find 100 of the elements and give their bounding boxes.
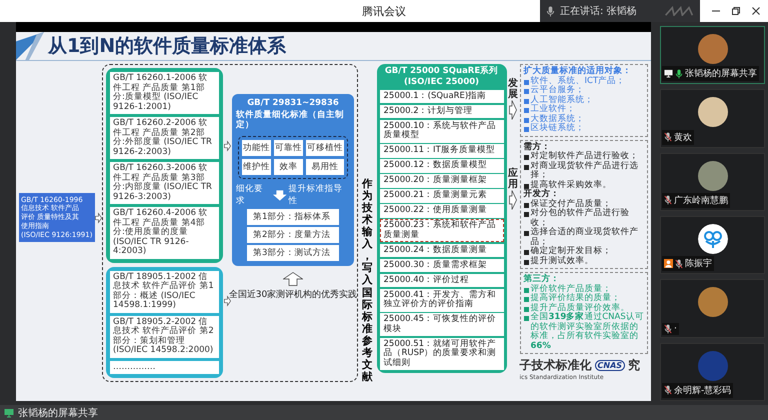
trait-box: 可靠性 [274, 140, 303, 156]
standard-box: GB/T 18905.1-2002 信息技术 软件产品评价 第1部分：概述 (ISO/IEC 14598.1:1999) [110, 270, 219, 313]
bullet-icon [524, 98, 528, 104]
participant-tile[interactable]: · [660, 279, 765, 338]
note-text: 工业软件； [530, 105, 576, 114]
arrow-icon [509, 190, 517, 210]
institute-name: 子技术标准化 [520, 357, 592, 374]
slide-title: 从1到N的软件质量标准体系 [48, 34, 286, 59]
standard-item: 25000.45：可恢复性的评价模块 [380, 313, 504, 336]
standard-box: GB/T 16260.1-2006 软件工程 产品质量 第1部分:质量模型 (ISO/IEC 9126-1:2001) [110, 72, 219, 114]
standard-box: …………… [110, 360, 219, 374]
bullet-icon [524, 316, 528, 322]
note-text: 区块链系统； [530, 124, 584, 134]
trait-box: 可移植性 [306, 140, 344, 156]
panel-subtitle: (ISO/IEC 25000) [402, 78, 480, 88]
standard-box: GB/T 16260.4-2006 软件工程 产品质量 第4部分:使用质量的度量 (ISO/IEC TR 9126-4:2003) [110, 207, 219, 259]
bullet-icon [524, 184, 528, 189]
trait-box: 维护性 [242, 159, 271, 176]
arrow-icon [224, 294, 231, 307]
name-label: 张韬杨的屏幕共享 [662, 66, 759, 82]
note-text: 人工智能系统； [530, 96, 594, 105]
note-heading: 开发方： [524, 190, 560, 200]
bullet-icon [524, 108, 528, 114]
note-text: 提升测试效率。 [530, 256, 594, 266]
vertical-note: 作为技术输入，写入国际标准参考文献 [360, 178, 374, 383]
arrow-icon [95, 212, 102, 224]
note-text: 对分包的软件产品进行验收； [530, 209, 630, 228]
standard-item: 25000.22：使用质量测量 [380, 204, 504, 218]
note-text: 提高评价结果的质量； [530, 294, 620, 304]
bullet-icon [524, 260, 528, 265]
bullet-icon [524, 250, 528, 256]
note-text: 提升产品质量评价效率。 [530, 304, 630, 313]
note-heading: 扩大质量标准的适用对象： [524, 67, 632, 76]
cnas-logo: CNAS [594, 360, 626, 372]
window-title: 腾讯会议 [362, 4, 406, 18]
part-box: 第1部分：指标体系 [247, 209, 339, 226]
flow-label: 应用 [508, 168, 518, 190]
note-text: 软件、系统、ICT产品； [530, 76, 626, 86]
bullet-icon [524, 288, 528, 293]
up-arrow-icon [283, 272, 303, 286]
screen-share-icon [4, 408, 14, 418]
standard-item: 25000.21：质量测量元素 [380, 189, 504, 203]
standard-item: 25000.20：质量测量框架 [380, 174, 504, 188]
note-text: 云平台服务； [530, 86, 584, 96]
flow-label: 发展 [508, 78, 518, 100]
down-arrow-icon [273, 190, 287, 201]
note-text: 保证交付产品质量； [530, 200, 612, 209]
note-text: 选择合适的商业现货软件产品； [530, 228, 640, 247]
note-heading: 第三方： [524, 275, 560, 284]
note-text: 对定制软件产品进行验收； [530, 152, 638, 162]
trait-box: 功能性 [242, 140, 271, 156]
arrow-icon [509, 100, 517, 120]
standard-item: 25000.1：(SQuaRE)指南 [380, 90, 504, 104]
speaker-label: 正在讲话: 张韬杨 [560, 4, 637, 18]
bullet-icon [524, 118, 528, 123]
note-text: 确定定制开发目标； [530, 247, 612, 256]
participant-tile[interactable]: 余明辉-慧彩码 [660, 342, 765, 401]
participant-tile[interactable]: 广东岭南慧鹏 [660, 152, 765, 211]
bullet-icon [524, 202, 528, 208]
name-label: 广东岭南慧鹏 [662, 192, 730, 208]
participant-tile[interactable]: 陈振宇 [660, 216, 765, 274]
trait-box: 效率 [274, 159, 303, 176]
standard-item: 25000.30：质量需求框架 [380, 258, 504, 272]
bullet-icon [524, 127, 528, 132]
panel-title: GB/T 25000 SQuaRE系列 [384, 67, 500, 77]
note-text: 大数据系统； [530, 114, 584, 124]
participant-tile[interactable]: 张韬杨的屏幕共享 [660, 26, 765, 84]
note-text: 全国319多家通过CNAS认可的软件测评实验室所依据的标准，占所有软件实验室的66% [530, 313, 644, 352]
restore-icon [731, 6, 741, 16]
arrow-icon [224, 140, 231, 152]
name-label: 黄欢 [662, 130, 694, 145]
standard-box: GB/T 16260.2-2006 软件工程 产品质量 第2部分:外部度量 (ISO/IEC TR 9126-2:2003) [110, 117, 219, 160]
bullet-icon [524, 89, 528, 94]
standard-box: GB/T 16260.3-2006 软件工程 产品质量 第3部分:内部度量 (ISO/IEC TR 9126-3:2003) [110, 162, 219, 204]
standard-item: 25000.24：数据质量测量 [380, 244, 504, 258]
name-label: 余明辉-慧彩码 [662, 382, 734, 398]
practice-label: 全国近30家测评机构的优秀实践 [228, 288, 358, 302]
standard-item: 25000.10：系统与软件产品质量模型 [380, 120, 504, 143]
panel-subtitle: 软件质量细化标准（自主制定） [236, 110, 345, 130]
standard-item: 25000.11：IT服务质量模型 [380, 144, 504, 158]
part-box: 第2部分：度量方法 [247, 227, 339, 244]
institute-name: 究 [628, 357, 640, 374]
standard-item: 25000.40：评价过程 [380, 274, 504, 288]
bullet-icon [524, 297, 528, 302]
share-label: 张韬杨的屏幕共享 [18, 406, 98, 420]
standard-item: 25000.51：就绪可用软件产品（RUSP）的质量要求和测试细则 [380, 338, 504, 370]
participant-tile[interactable]: 黄欢 [660, 89, 765, 148]
bullet-icon [524, 164, 528, 170]
name-label: 陈振宇 [662, 256, 714, 272]
standard-item: 25000.2：计划与管理 [380, 104, 504, 118]
standard-box: GB/T 18905.2-2002 信息技术 软件产品评价 第2部分：策划和管理 (ISO/IEC 14598.2:2000) [110, 316, 219, 358]
bullet-icon [524, 155, 528, 160]
standard-item: 25000.23：系统和软件产品质量测量 [380, 219, 504, 242]
bullet-icon [524, 80, 528, 85]
signal-icon [664, 6, 694, 16]
name-label: · [662, 322, 679, 335]
bullet-icon [524, 306, 528, 312]
standard-item: 25000.41：开发方、需方和独立评价方的评价指南 [380, 288, 504, 312]
bullet-icon [524, 231, 528, 236]
note-text: 对商业现货软件产品进行选择； [530, 162, 640, 180]
